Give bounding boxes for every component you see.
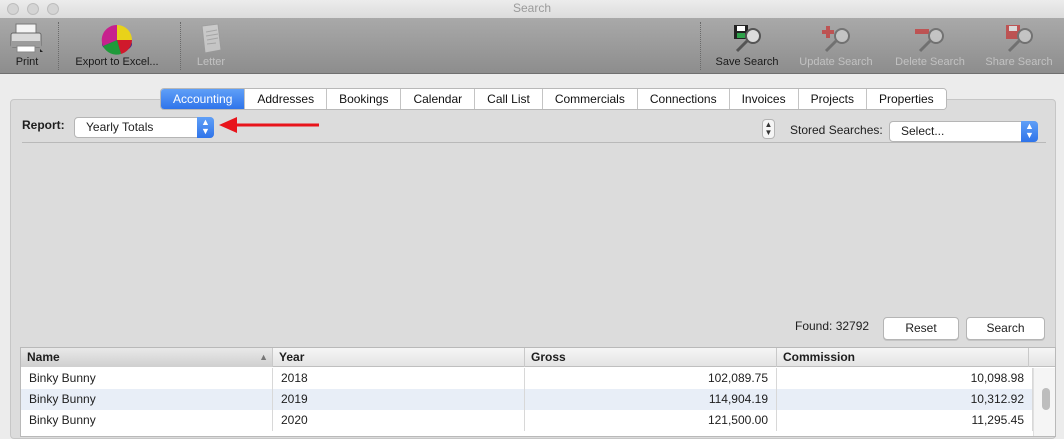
tab-properties[interactable]: Properties bbox=[866, 89, 946, 109]
save-search-icon bbox=[728, 22, 766, 59]
scrollbar-thumb[interactable] bbox=[1042, 388, 1050, 410]
close-window-button[interactable] bbox=[7, 3, 19, 15]
table-row[interactable]: Binky Bunny 2020 121,500.00 11,295.45 bbox=[21, 410, 1033, 431]
annotation-arrow bbox=[219, 117, 319, 133]
tab-commercials[interactable]: Commercials bbox=[542, 89, 638, 109]
cell-gross: 121,500.00 bbox=[525, 410, 777, 431]
results-table: Name ▲ Year Gross Commission Binky Bunny… bbox=[20, 347, 1056, 437]
toolbar-separator bbox=[180, 22, 181, 70]
column-header-gross[interactable]: Gross bbox=[525, 348, 777, 367]
window-title: Search bbox=[512, 1, 552, 15]
sort-stepper[interactable]: ▲ ▼ bbox=[762, 119, 775, 139]
export-to-excel-button[interactable]: Export to Excel... bbox=[66, 18, 168, 74]
tab-projects[interactable]: Projects bbox=[798, 89, 867, 109]
update-search-button[interactable]: Update Search bbox=[794, 18, 878, 74]
sort-ascending-icon: ▲ bbox=[259, 352, 268, 362]
search-button[interactable]: Search bbox=[966, 317, 1045, 340]
table-row[interactable]: Binky Bunny 2018 102,089.75 10,098.98 bbox=[21, 368, 1033, 389]
toolbar: Print Export to Excel... Letter Save Sea… bbox=[0, 18, 1064, 74]
update-search-icon bbox=[817, 22, 855, 59]
vertical-scrollbar[interactable] bbox=[1033, 368, 1055, 436]
cell-name: Binky Bunny bbox=[21, 410, 273, 431]
tab-bookings[interactable]: Bookings bbox=[327, 89, 402, 109]
letter-label: Letter bbox=[196, 56, 226, 68]
found-count: Found: 32792 bbox=[795, 319, 870, 333]
tab-calendar[interactable]: Calendar bbox=[401, 89, 476, 109]
tab-connections[interactable]: Connections bbox=[637, 89, 730, 109]
pie-chart-icon bbox=[99, 22, 135, 59]
cell-year: 2018 bbox=[273, 368, 525, 389]
cell-year: 2019 bbox=[273, 389, 525, 410]
printer-icon bbox=[8, 22, 46, 59]
title-bar: Search bbox=[0, 0, 1064, 18]
share-search-button[interactable]: Share Search bbox=[980, 18, 1058, 74]
zoom-window-button[interactable] bbox=[47, 3, 59, 15]
reset-button[interactable]: Reset bbox=[883, 317, 959, 340]
tab-addresses[interactable]: Addresses bbox=[245, 89, 328, 109]
column-header-name[interactable]: Name ▲ bbox=[21, 348, 273, 367]
update-search-label: Update Search bbox=[799, 56, 873, 68]
stored-searches-select[interactable]: Select... ▲ ▼ bbox=[889, 121, 1038, 142]
print-button[interactable]: Print bbox=[4, 18, 50, 74]
share-search-label: Share Search bbox=[985, 56, 1053, 68]
cell-commission: 11,295.45 bbox=[777, 410, 1033, 431]
cell-gross: 102,089.75 bbox=[525, 368, 777, 389]
column-header-commission[interactable]: Commission bbox=[777, 348, 1029, 367]
save-search-button[interactable]: Save Search bbox=[709, 18, 785, 74]
table-header: Name ▲ Year Gross Commission bbox=[21, 348, 1055, 367]
report-select-value: Yearly Totals bbox=[86, 120, 154, 134]
save-search-label: Save Search bbox=[715, 56, 779, 68]
cell-name: Binky Bunny bbox=[21, 389, 273, 410]
cell-commission: 10,098.98 bbox=[777, 368, 1033, 389]
tab-call-list[interactable]: Call List bbox=[475, 89, 543, 109]
delete-search-label: Delete Search bbox=[895, 56, 965, 68]
minimize-window-button[interactable] bbox=[27, 3, 39, 15]
updown-chevron-icon: ▲ ▼ bbox=[197, 117, 214, 138]
toolbar-separator bbox=[58, 22, 59, 70]
cell-commission: 10,312.92 bbox=[777, 389, 1033, 410]
table-row[interactable]: Binky Bunny 2019 114,904.19 10,312.92 bbox=[21, 389, 1033, 410]
report-select[interactable]: Yearly Totals ▲ ▼ bbox=[74, 117, 214, 138]
updown-chevron-icon: ▲ ▼ bbox=[1021, 121, 1038, 142]
delete-search-button[interactable]: Delete Search bbox=[890, 18, 970, 74]
stored-searches-label: Stored Searches: bbox=[790, 123, 883, 137]
letter-icon bbox=[196, 22, 226, 59]
tab-invoices[interactable]: Invoices bbox=[729, 89, 799, 109]
share-search-icon bbox=[1000, 22, 1038, 59]
letter-button[interactable]: Letter bbox=[188, 18, 234, 74]
toolbar-separator bbox=[700, 22, 701, 70]
cell-year: 2020 bbox=[273, 410, 525, 431]
column-header-year[interactable]: Year bbox=[273, 348, 525, 367]
cell-name: Binky Bunny bbox=[21, 368, 273, 389]
category-tabs: Accounting Addresses Bookings Calendar C… bbox=[160, 88, 947, 110]
cell-gross: 114,904.19 bbox=[525, 389, 777, 410]
tab-accounting[interactable]: Accounting bbox=[161, 89, 246, 109]
print-label: Print bbox=[15, 56, 39, 68]
report-label: Report: bbox=[22, 118, 65, 132]
stored-searches-value: Select... bbox=[901, 124, 945, 138]
divider bbox=[22, 142, 1046, 143]
delete-search-icon bbox=[911, 22, 949, 59]
export-to-excel-label: Export to Excel... bbox=[75, 56, 159, 68]
